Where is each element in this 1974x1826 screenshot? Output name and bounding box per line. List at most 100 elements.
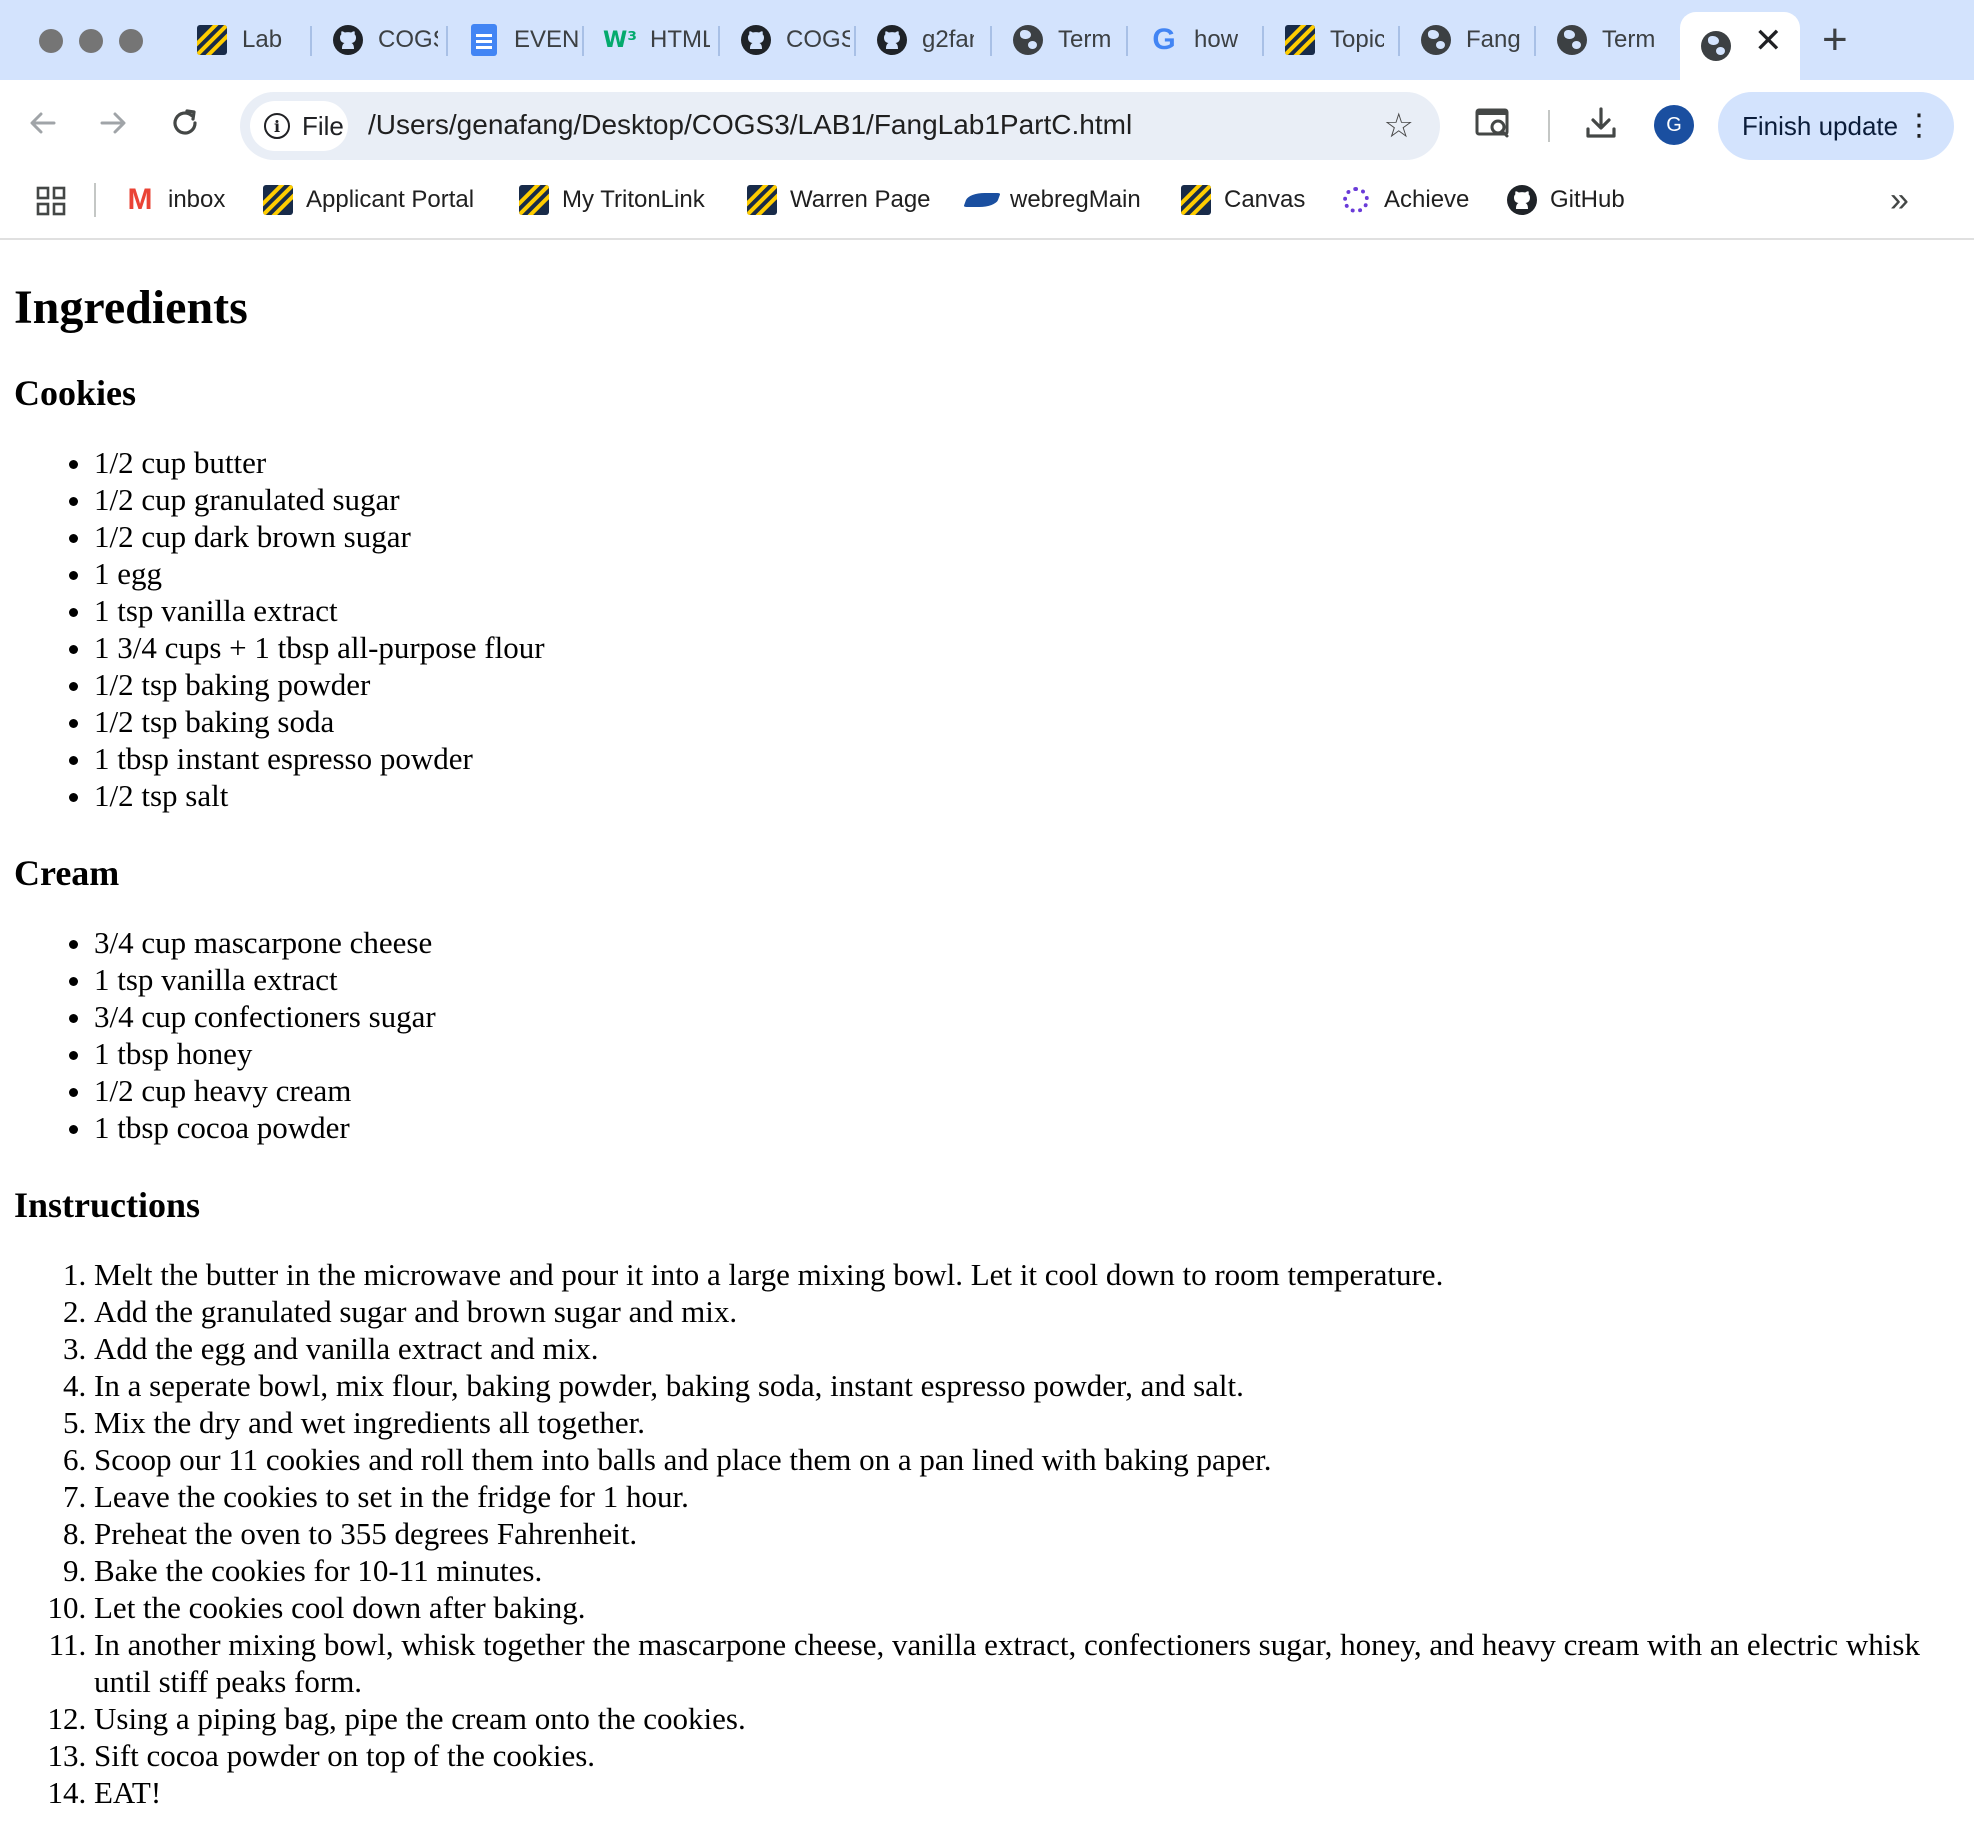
- bookmarks-overflow-icon[interactable]: »: [1890, 180, 1909, 220]
- bookmark-label: GitHub: [1550, 186, 1625, 213]
- list-item: 1 tsp vanilla extract: [94, 592, 1960, 629]
- list-item: 1/2 tsp salt: [94, 777, 1960, 814]
- list-item: 1/2 cup granulated sugar: [94, 481, 1960, 518]
- cream-list: 3/4 cup mascarpone cheese 1 tsp vanilla …: [14, 924, 1960, 1146]
- bookmark-star-icon[interactable]: ☆: [1384, 106, 1414, 146]
- page-content: Ingredients Cookies 1/2 cup butter 1/2 c…: [0, 242, 1974, 1826]
- site-info-chip[interactable]: i File: [250, 101, 348, 151]
- apps-grid-icon[interactable]: [36, 186, 66, 216]
- tab-g2fang[interactable]: g2fang: [862, 14, 974, 66]
- tab-title: Lab: [242, 26, 283, 53]
- ucsd-icon: [196, 24, 228, 56]
- window-close-dot[interactable]: [39, 29, 63, 53]
- bookmark-label: Applicant Portal: [306, 186, 475, 213]
- kebab-menu-icon[interactable]: ⋮: [1904, 106, 1934, 146]
- instruction-step: Let the cookies cool down after baking.: [94, 1589, 1960, 1626]
- tab-title: HTML: [650, 26, 710, 53]
- tab-separator: [1398, 26, 1400, 56]
- window-zoom-dot[interactable]: [119, 29, 143, 53]
- list-item: 1 egg: [94, 555, 1960, 592]
- tab-lab[interactable]: Lab: [182, 14, 298, 66]
- list-item: 1/2 tsp baking powder: [94, 666, 1960, 703]
- toolbar-separator: [1548, 110, 1550, 142]
- github-icon: [332, 24, 364, 56]
- new-tab-button[interactable]: +: [1822, 18, 1848, 62]
- bookmark-label: My TritonLink: [562, 186, 705, 213]
- tab-title: Fang: [1466, 26, 1520, 53]
- tab-title: Topics: [1330, 26, 1384, 53]
- tab-fang[interactable]: Fang: [1406, 14, 1520, 66]
- bookmark-canvas[interactable]: Canvas: [1180, 180, 1305, 220]
- bookmark-warren-page[interactable]: Warren Page: [746, 180, 931, 220]
- reload-button[interactable]: [162, 100, 208, 146]
- instructions-heading: Instructions: [14, 1185, 201, 1225]
- arrow-right-icon: [100, 112, 126, 134]
- bookmark-label: Achieve: [1384, 186, 1470, 213]
- download-icon[interactable]: [1580, 102, 1622, 144]
- bookmark-webregmain[interactable]: webregMain: [963, 180, 1141, 220]
- tab-topics[interactable]: Topics: [1270, 14, 1384, 66]
- instruction-step: Melt the butter in the microwave and pou…: [94, 1256, 1960, 1293]
- bookmark-github[interactable]: GitHub: [1506, 180, 1625, 220]
- github-icon: [876, 24, 908, 56]
- tab-separator: [990, 26, 992, 56]
- tab-separator: [582, 26, 584, 56]
- close-tab-icon[interactable]: ✕: [1754, 24, 1783, 58]
- tab-separator: [1126, 26, 1128, 56]
- tab-how[interactable]: G how: [1134, 14, 1248, 66]
- bookmark-my-tritonlink[interactable]: My TritonLink: [518, 180, 705, 220]
- bookmark-applicant-portal[interactable]: Applicant Portal: [262, 180, 474, 220]
- list-item: 1/2 cup butter: [94, 444, 1960, 481]
- tab-cogs-2[interactable]: COGS: [726, 14, 850, 66]
- tab-title: g2fang: [922, 26, 974, 53]
- ucsd-icon: [518, 184, 550, 216]
- instruction-step: Leave the cookies to set in the fridge f…: [94, 1478, 1960, 1515]
- list-item: 1 tsp vanilla extract: [94, 961, 1960, 998]
- tab-title: COGS: [378, 26, 438, 53]
- tab-html[interactable]: W³ HTML: [590, 14, 710, 66]
- cookies-heading: Cookies: [14, 373, 137, 413]
- instruction-step: Scoop our 11 cookies and roll them into …: [94, 1441, 1960, 1478]
- bookmark-achieve[interactable]: Achieve: [1340, 180, 1469, 220]
- instruction-step: Bake the cookies for 10-11 minutes.: [94, 1552, 1960, 1589]
- list-item: 1/2 tsp baking soda: [94, 703, 1960, 740]
- list-item: 1/2 cup heavy cream: [94, 1072, 1960, 1109]
- instruction-step: Preheat the oven to 355 degrees Fahrenhe…: [94, 1515, 1960, 1552]
- toolbar: i File /Users/genafang/Desktop/COGS3/LAB…: [0, 80, 1974, 170]
- tab-title: how: [1194, 26, 1239, 53]
- tab-separator: [718, 26, 720, 56]
- tab-terminal-2[interactable]: Terminal: [1542, 14, 1654, 66]
- list-item: 1 tbsp cocoa powder: [94, 1109, 1960, 1146]
- tab-terminal[interactable]: Terminal: [998, 14, 1110, 66]
- bookmark-label: inbox: [168, 186, 226, 213]
- globe-icon: [1420, 24, 1452, 56]
- tab-event[interactable]: EVENT: [454, 14, 580, 66]
- instruction-step: Sift cocoa powder on top of the cookies.: [94, 1737, 1960, 1774]
- search-tabs-icon[interactable]: [1472, 102, 1514, 144]
- forward-button[interactable]: [90, 100, 136, 146]
- instruction-step: Add the granulated sugar and brown sugar…: [94, 1293, 1960, 1330]
- instructions-list: Melt the butter in the microwave and pou…: [14, 1256, 1960, 1811]
- instruction-step: Add the egg and vanilla extract and mix.: [94, 1330, 1960, 1367]
- arrow-left-icon: [30, 112, 56, 134]
- back-button[interactable]: [20, 100, 66, 146]
- site-info-label: File: [302, 110, 344, 141]
- address-bar[interactable]: i File /Users/genafang/Desktop/COGS3/LAB…: [240, 92, 1440, 160]
- instruction-step: Using a piping bag, pipe the cream onto …: [94, 1700, 1960, 1737]
- gmail-icon: M: [127, 183, 153, 216]
- instruction-step: EAT!: [94, 1774, 1960, 1811]
- instruction-step: Mix the dry and wet ingredients all toge…: [94, 1404, 1960, 1441]
- finish-update-button[interactable]: Finish update ⋮: [1718, 92, 1954, 160]
- list-item: 3/4 cup confectioners sugar: [94, 998, 1960, 1035]
- globe-icon: [1012, 24, 1044, 56]
- ucsd-icon: [262, 184, 294, 216]
- profile-avatar[interactable]: G: [1654, 105, 1694, 145]
- tab-separator: [854, 26, 856, 56]
- globe-icon: [1556, 24, 1588, 56]
- window-minimize-dot[interactable]: [79, 29, 103, 53]
- bookmark-label: webregMain: [1010, 186, 1141, 213]
- bookmark-inbox[interactable]: M inbox: [124, 180, 226, 220]
- url-text[interactable]: /Users/genafang/Desktop/COGS3/LAB1/FangL…: [368, 109, 1132, 141]
- tab-separator: [446, 26, 448, 56]
- tab-cogs[interactable]: COGS: [318, 14, 438, 66]
